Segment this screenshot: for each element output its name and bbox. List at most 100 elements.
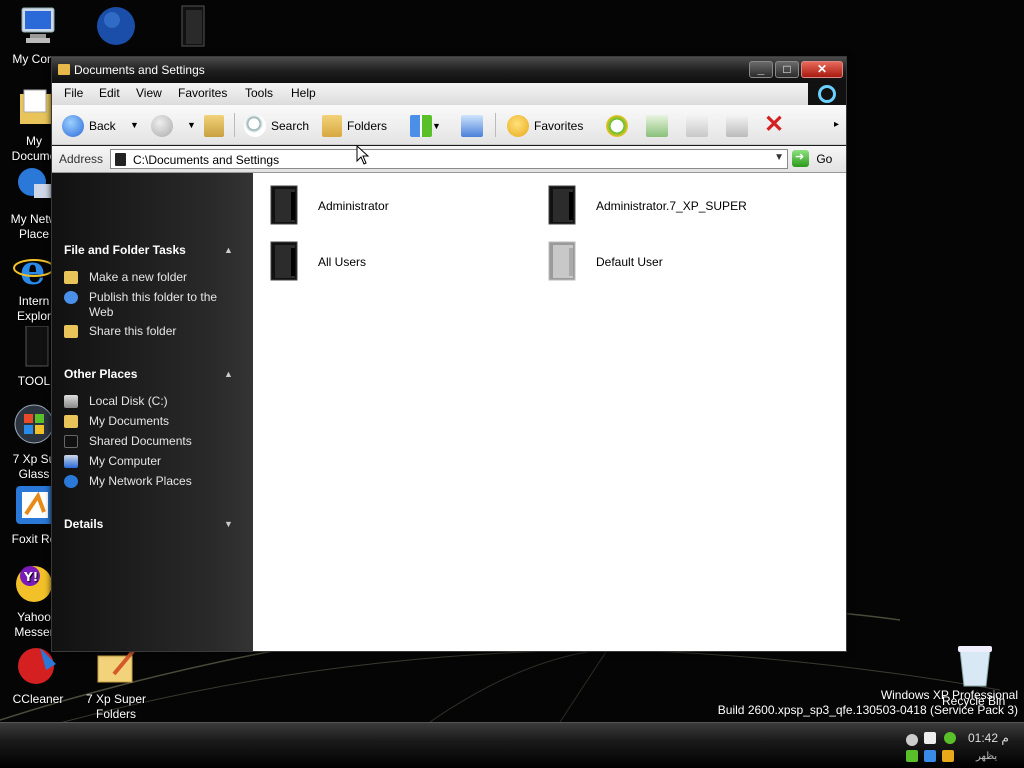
folder-item-all-users[interactable]: All Users — [261, 235, 521, 283]
toolbar-separator — [234, 113, 235, 137]
toolbar-more-chevron-icon[interactable]: ▸ — [834, 113, 839, 137]
expand-chevron-icon[interactable]: ▼ — [224, 519, 233, 529]
task-publish-to-web[interactable]: Publish this folder to the Web — [64, 290, 239, 320]
collapse-chevron-icon[interactable]: ▲ — [224, 369, 233, 379]
folder-item-administrator[interactable]: Administrator — [261, 179, 521, 227]
folder-item-default-user[interactable]: Default User — [539, 235, 799, 283]
go-arrow-icon — [792, 150, 809, 167]
desktop-icon-ccleaner[interactable]: CCleaner — [0, 644, 78, 707]
back-button[interactable]: Back — [62, 113, 116, 137]
close-button[interactable]: ✕ — [801, 61, 843, 78]
go-button[interactable]: Go — [792, 150, 832, 169]
tool-tray-icon[interactable] — [942, 750, 954, 762]
section-title-details[interactable]: Details — [64, 517, 103, 531]
move-to-button[interactable] — [646, 113, 668, 137]
copy-to-icon — [686, 114, 708, 137]
flag-icon[interactable] — [924, 732, 936, 744]
publish-web-icon — [64, 291, 78, 304]
address-dropdown-icon[interactable]: ▼ — [774, 152, 784, 163]
folder-item-administrator-7xp[interactable]: Administrator.7_XP_SUPER — [539, 179, 799, 227]
window-title: Documents and Settings — [74, 63, 205, 77]
place-my-computer[interactable]: My Computer — [64, 454, 239, 469]
place-local-disk[interactable]: Local Disk (C:) — [64, 394, 239, 409]
volume-icon[interactable] — [906, 734, 918, 746]
folder-icon — [115, 153, 126, 166]
task-share-folder[interactable]: Share this folder — [64, 324, 239, 339]
search-icon — [244, 114, 266, 137]
place-my-documents[interactable]: My Documents — [64, 414, 239, 429]
search-button[interactable]: Search — [244, 113, 309, 137]
address-label: Address — [59, 152, 104, 166]
menu-file[interactable]: File — [64, 86, 83, 100]
up-folder-button[interactable] — [204, 113, 224, 137]
computer-icon — [16, 4, 60, 48]
paste-button[interactable] — [726, 113, 748, 137]
history-button[interactable] — [606, 113, 628, 137]
address-input[interactable]: C:\Documents and Settings ▼ — [110, 149, 788, 169]
favorites-button[interactable]: Favorites — [507, 113, 583, 137]
section-title-file-folder-tasks[interactable]: File and Folder Tasks — [64, 243, 186, 257]
network-tray-icon[interactable] — [906, 750, 918, 762]
menu-view[interactable]: View — [136, 86, 162, 100]
title-bar[interactable]: Documents and Settings _ □ ✕ — [52, 57, 846, 83]
clock-day: ﻳﻈﻬﺮ — [976, 751, 998, 762]
build-number: Build 2600.xpsp_sp3_qfe.130503-0418 (Ser… — [717, 703, 1018, 717]
toolbar: Back ▼ ▼ Search Folders ▼ Favorites ✕ ▸ — [52, 105, 846, 145]
back-dropdown-icon[interactable]: ▼ — [130, 113, 139, 137]
desktop-icon-label: 7 Xp Super Folders — [85, 692, 147, 721]
desktop-icon-7xp-super-folders[interactable]: 7 Xp Super Folders — [76, 644, 156, 722]
windows-brand-box — [808, 83, 846, 105]
maximize-button[interactable]: □ — [775, 61, 799, 78]
local-disk-icon — [64, 395, 78, 408]
forward-button[interactable] — [151, 113, 173, 137]
forward-dropdown-icon[interactable]: ▼ — [187, 113, 196, 137]
black-folder-icon — [548, 185, 576, 225]
menu-tools[interactable]: Tools — [245, 86, 273, 100]
internet-explorer-icon: e — [12, 246, 56, 294]
desktop-icon-globe[interactable] — [76, 4, 156, 52]
share-folder-icon — [64, 325, 78, 338]
copy-to-button[interactable] — [686, 113, 708, 137]
menu-favorites[interactable]: Favorites — [178, 86, 227, 100]
network-icon — [12, 164, 56, 208]
svg-text:e: e — [20, 247, 45, 290]
place-shared-documents[interactable]: Shared Documents — [64, 434, 239, 449]
views-button[interactable]: ▼ — [410, 113, 441, 137]
home-button[interactable] — [461, 113, 483, 137]
clock[interactable]: 01:42 م — [968, 731, 1009, 745]
toolbar-separator — [495, 113, 496, 137]
task-pane: File and Folder Tasks ▲ Make a new folde… — [52, 173, 253, 651]
os-build-watermark: Windows XP Professional Build 2600.xpsp_… — [718, 688, 1018, 718]
yahoo-messenger-icon: Y! — [12, 562, 56, 606]
black-folder-icon — [12, 325, 56, 370]
minimize-button[interactable]: _ — [749, 61, 773, 78]
menu-help[interactable]: Help — [291, 86, 316, 100]
section-title-other-places[interactable]: Other Places — [64, 367, 137, 381]
folders-icon — [322, 114, 342, 137]
desktop-icon-black-folder[interactable] — [152, 4, 232, 52]
star-icon — [507, 114, 529, 137]
back-arrow-icon — [62, 114, 84, 137]
views-icon — [410, 114, 432, 137]
foxit-reader-icon — [12, 484, 56, 528]
my-computer-icon — [64, 455, 78, 468]
windows-orb-icon — [12, 404, 56, 448]
up-folder-icon — [204, 114, 224, 137]
os-name: Windows XP Professional — [880, 688, 1018, 702]
mouse-cursor-icon — [356, 145, 370, 165]
recycle-bin-icon[interactable] — [950, 644, 1000, 688]
menu-bar: File Edit View Favorites Tools Help — [52, 83, 846, 105]
device-tray-icon[interactable] — [924, 750, 936, 762]
grey-folder-icon — [548, 241, 576, 281]
brand-ring-icon — [818, 85, 836, 103]
task-make-new-folder[interactable]: Make a new folder — [64, 270, 239, 285]
desktop-icon-label: CCleaner — [12, 692, 64, 706]
collapse-chevron-icon[interactable]: ▲ — [224, 245, 233, 255]
place-my-network-places[interactable]: My Network Places — [64, 474, 239, 489]
menu-edit[interactable]: Edit — [99, 86, 120, 100]
file-list: Administrator Administrator.7_XP_SUPER A… — [253, 173, 846, 651]
check-icon[interactable] — [944, 732, 956, 744]
delete-icon[interactable]: ✕ — [764, 113, 784, 137]
taskbar: 01:42 م ﻳﻈﻬﺮ — [0, 722, 1024, 768]
folders-button[interactable]: Folders — [322, 113, 387, 137]
